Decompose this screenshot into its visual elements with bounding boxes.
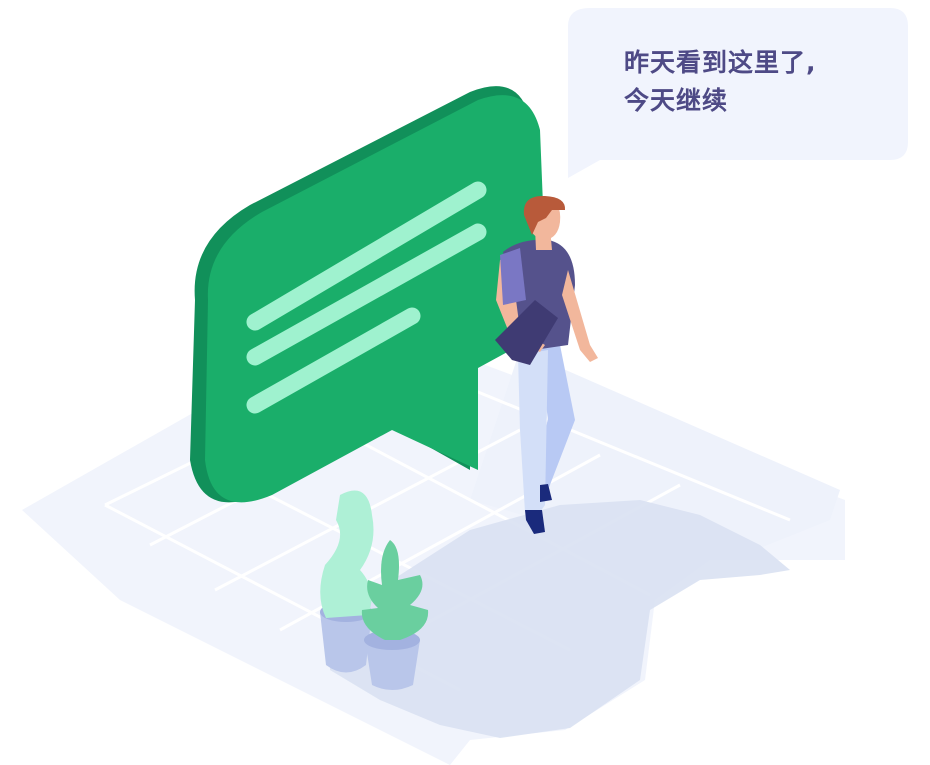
- speech-line-1: 昨天看到这里了,: [624, 48, 817, 77]
- speech-line-2: 今天继续: [624, 86, 729, 115]
- speech-bubble-text: 昨天看到这里了, 今天继续: [624, 44, 884, 120]
